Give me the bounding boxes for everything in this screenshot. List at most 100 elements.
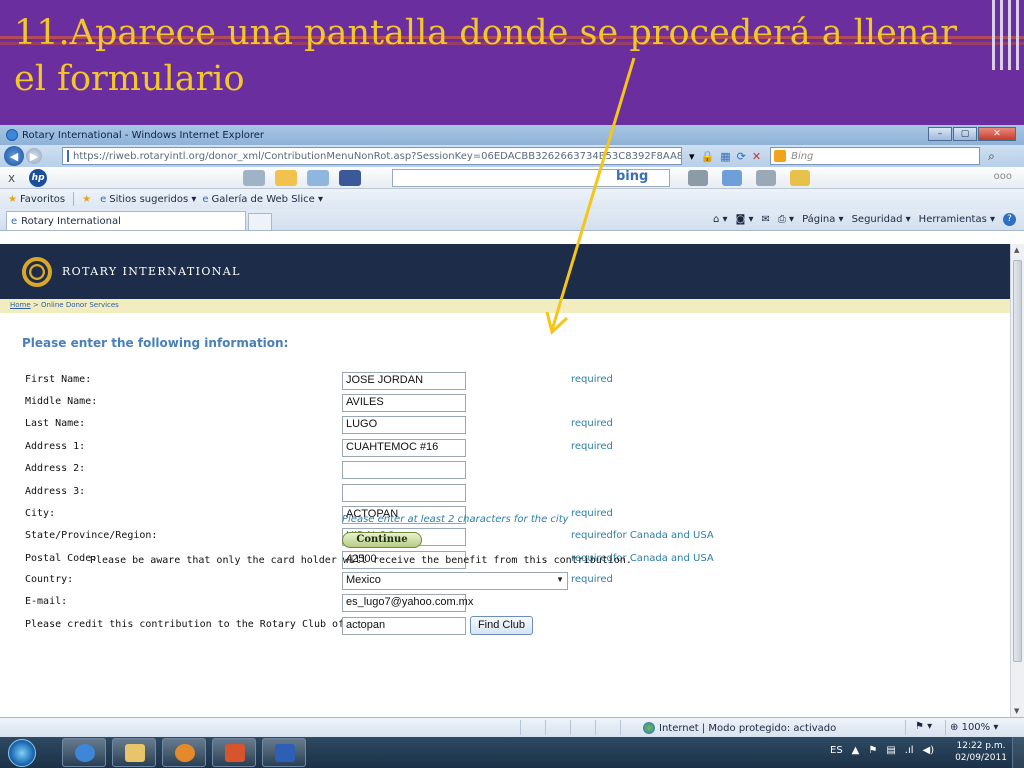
new-tab-button[interactable] xyxy=(248,213,272,230)
dropdown-icon[interactable]: ▾ xyxy=(689,150,695,163)
web-slice-gallery-link[interactable]: Galería de Web Slice ▾ xyxy=(212,194,323,205)
tool-icon[interactable] xyxy=(688,170,708,186)
suggested-sites-link[interactable]: Sitios sugeridos ▾ xyxy=(109,194,196,205)
favorites-button[interactable]: Favoritos xyxy=(20,194,65,205)
taskbar-media-button[interactable] xyxy=(162,738,206,767)
page-menu[interactable]: Página ▾ xyxy=(802,214,844,225)
security-zone[interactable]: Internet | Modo protegido: activado xyxy=(643,722,836,734)
url-field[interactable]: https://riweb.rotaryintl.org/donor_xml/C… xyxy=(62,147,682,165)
city-input[interactable]: ACTOPAN xyxy=(342,506,466,524)
toolbar-app-icon[interactable] xyxy=(243,170,265,186)
tray-expand-icon[interactable]: ▲ xyxy=(852,745,860,756)
field-label: E-mail: xyxy=(25,596,68,607)
first-name-input[interactable]: JOSE JORDAN xyxy=(342,372,466,390)
search-input[interactable]: Bing xyxy=(770,147,981,165)
bing-logo[interactable]: bing xyxy=(616,169,648,184)
status-bar: Internet | Modo protegido: activado ⚑ ▾ … xyxy=(0,717,1024,737)
form-row-email: E-mail: es_lugo7@yahoo.com.mx xyxy=(0,592,1010,614)
address-tools: ▾ 🔒 ▦ ⟳ ✕ xyxy=(686,150,764,163)
country-selected-value: Mexico xyxy=(346,574,381,586)
search-placeholder: Bing xyxy=(791,150,814,162)
last-name-input[interactable]: LUGO xyxy=(342,416,466,434)
system-tray: ES ▲ ⚑ ▤ .ıl ◀) xyxy=(830,745,943,756)
action-center-icon[interactable]: ⚑ xyxy=(868,745,877,756)
vertical-scrollbar[interactable]: ▲ ▼ xyxy=(1010,244,1024,717)
scroll-down-icon[interactable]: ▼ xyxy=(1014,707,1019,715)
feeds-icon[interactable]: ◙ ▾ xyxy=(736,214,754,225)
close-button[interactable]: ✕ xyxy=(978,127,1016,141)
lock-icon[interactable]: 🔒 xyxy=(701,150,715,163)
field-note: requiredfor Canada and USA xyxy=(571,553,714,564)
help-icon[interactable]: ? xyxy=(1003,213,1016,226)
email-icon[interactable] xyxy=(307,170,329,186)
print-icon[interactable]: ⎙ ▾ xyxy=(778,214,794,225)
form-row-first-name: First Name: JOSE JORDAN required xyxy=(0,370,1010,392)
minimize-button[interactable]: – xyxy=(928,127,952,141)
field-note: required xyxy=(571,418,613,429)
find-club-button[interactable]: Find Club xyxy=(470,616,533,635)
middle-name-input[interactable]: AVILES xyxy=(342,394,466,412)
form-row-address-3: Address 3: xyxy=(0,482,1010,504)
chevron-down-icon: ▼ xyxy=(556,575,564,584)
field-label: City: xyxy=(25,508,56,519)
address-1-input[interactable]: CUAHTEMOC #16 xyxy=(342,439,466,457)
forward-button[interactable]: ▶ xyxy=(26,148,42,164)
breadcrumb-home[interactable]: Home xyxy=(10,301,31,309)
form-row-rotary-club: Please credit this contribution to the R… xyxy=(0,615,1010,637)
volume-icon[interactable]: ◀) xyxy=(923,745,935,756)
rotary-wheel-icon xyxy=(22,256,52,287)
taskbar-explorer-button[interactable] xyxy=(112,738,156,767)
close-toolbar-icon[interactable]: x xyxy=(8,171,15,185)
taskbar-ie-button[interactable] xyxy=(62,738,106,767)
hp-logo-icon[interactable]: hp xyxy=(29,168,48,187)
clock[interactable]: 12:22 p.m. 02/09/2011 xyxy=(955,740,1007,764)
mail-icon[interactable]: ✉ xyxy=(761,214,769,225)
taskbar-powerpoint-button[interactable] xyxy=(212,738,256,767)
protected-mode-icon[interactable]: ⚑ ▾ xyxy=(915,721,932,732)
search-icon[interactable]: ⌕ xyxy=(988,149,995,164)
continue-button[interactable]: Continue xyxy=(342,532,422,548)
weather-icon[interactable] xyxy=(275,170,297,186)
facebook-icon[interactable] xyxy=(339,170,361,186)
home-icon[interactable]: ⌂ ▾ xyxy=(713,214,728,225)
address-3-input[interactable] xyxy=(342,484,466,502)
form-row-country: Country: Mexico ▼ required xyxy=(0,570,1010,592)
clock-date: 02/09/2011 xyxy=(955,753,1007,763)
field-label: State/Province/Region: xyxy=(25,530,158,541)
maximize-button[interactable]: ▢ xyxy=(953,127,977,141)
star-icon[interactable] xyxy=(790,170,810,186)
security-menu[interactable]: Seguridad ▾ xyxy=(852,214,911,225)
refresh-icon[interactable]: ⟳ xyxy=(737,150,746,163)
add-favorite-icon[interactable]: ★ xyxy=(82,194,91,205)
rotary-club-input[interactable]: actopan xyxy=(342,617,466,635)
email-field[interactable]: es_lugo7@yahoo.com.mx xyxy=(342,594,473,612)
start-button[interactable] xyxy=(8,739,36,767)
language-indicator[interactable]: ES xyxy=(830,745,843,756)
scroll-up-icon[interactable]: ▲ xyxy=(1014,246,1019,254)
compat-view-icon[interactable]: ▦ xyxy=(720,150,730,163)
address-2-input[interactable] xyxy=(342,461,466,479)
video-icon[interactable] xyxy=(756,170,776,186)
favorites-bar: ★ Favoritos ★ e Sitios sugeridos ▾ e Gal… xyxy=(0,189,1024,209)
command-bar: ⌂ ▾ ◙ ▾ ✉ ⎙ ▾ Página ▾ Seguridad ▾ Herra… xyxy=(705,213,1016,226)
breadcrumb-current[interactable]: Online Donor Services xyxy=(41,301,119,309)
tab-rotary[interactable]: e Rotary International xyxy=(6,211,246,230)
form-row-state: State/Province/Region: HIDALGO requiredf… xyxy=(0,526,1010,548)
zoom-level[interactable]: ⊕ 100% ▾ xyxy=(950,722,998,733)
divider xyxy=(73,192,75,206)
show-desktop-button[interactable] xyxy=(1012,737,1024,768)
site-header: ROTARY INTERNATIONAL xyxy=(0,244,1010,299)
back-button[interactable]: ◀ xyxy=(4,146,24,166)
decorative-bars xyxy=(984,0,1024,70)
ie-page-icon: e xyxy=(100,193,107,205)
stop-icon[interactable]: ✕ xyxy=(752,150,761,163)
tools-menu[interactable]: Herramientas ▾ xyxy=(919,214,995,225)
like-icon[interactable] xyxy=(722,170,742,186)
scrollbar-thumb[interactable] xyxy=(1013,260,1022,662)
signal-icon[interactable]: .ıl xyxy=(905,745,914,756)
country-select[interactable]: Mexico ▼ xyxy=(342,572,568,590)
more-icon[interactable]: ooo xyxy=(994,171,1012,182)
postal-code-input[interactable]: 42500 xyxy=(342,551,466,569)
network-icon[interactable]: ▤ xyxy=(886,745,895,756)
taskbar-word-button[interactable] xyxy=(262,738,306,767)
